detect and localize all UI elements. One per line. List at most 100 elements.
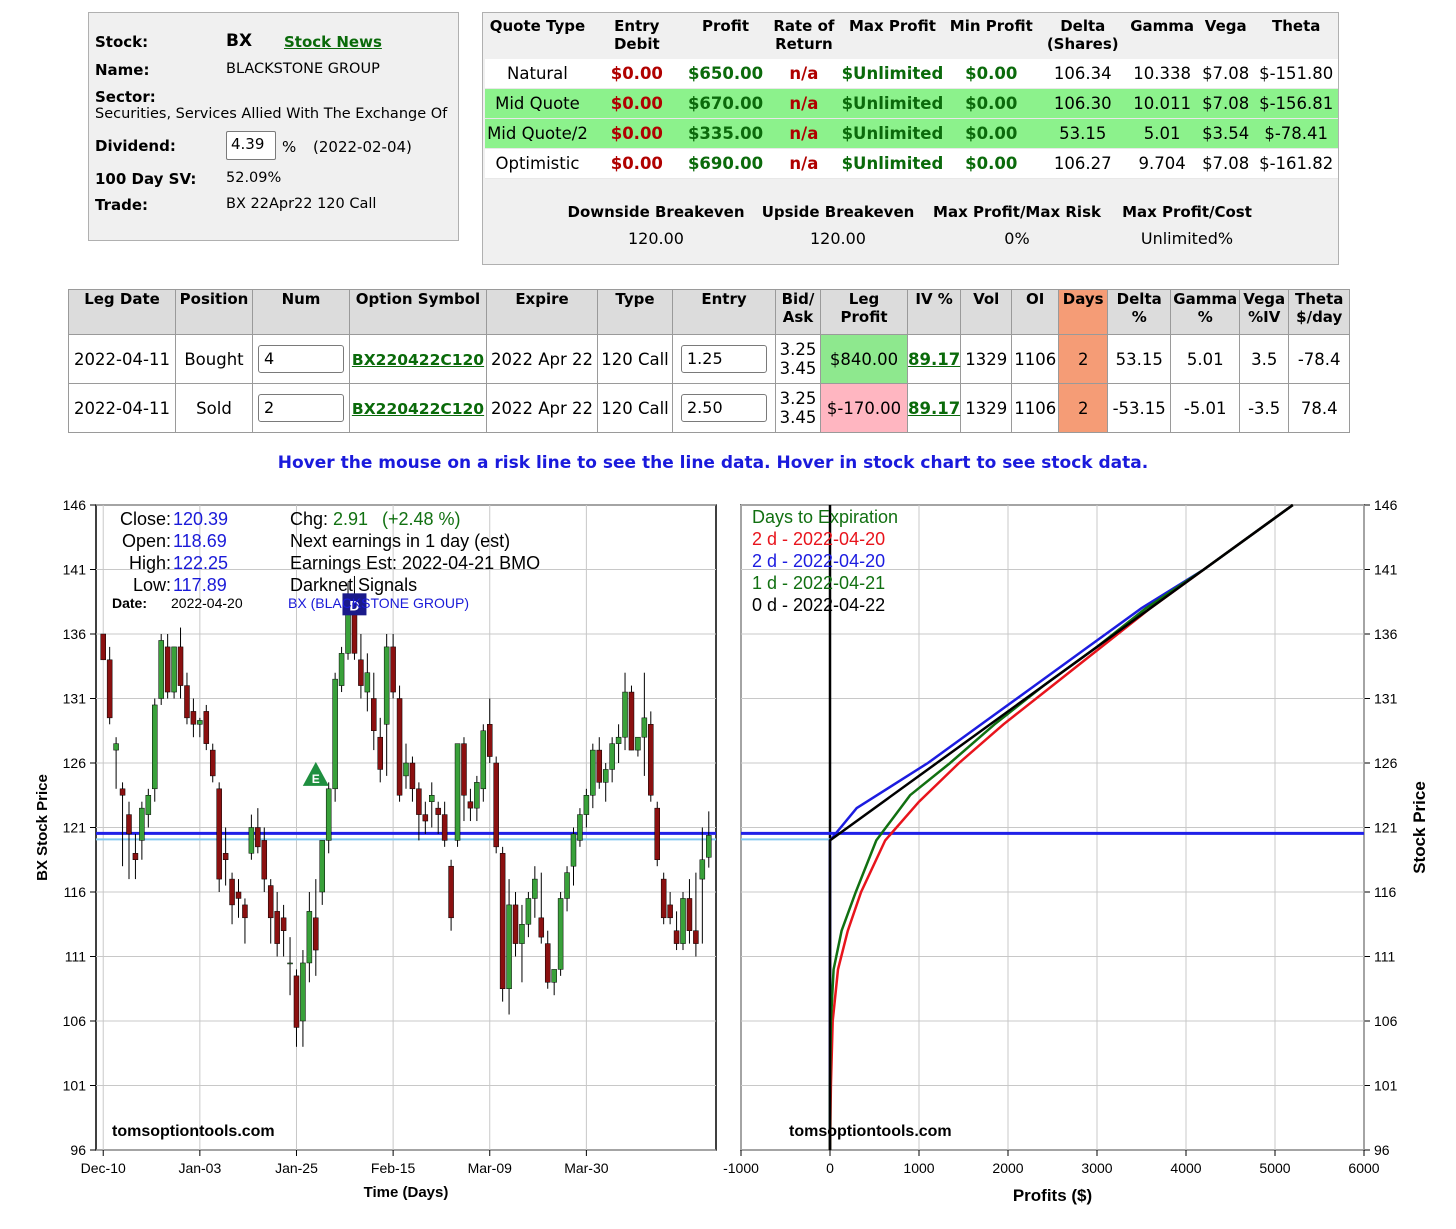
y-tick-label: 146 [1374, 497, 1398, 513]
quote-type: Optimistic [485, 148, 590, 179]
legs-header-cell: Bid/Ask [775, 289, 821, 335]
leg-entry-input[interactable]: 2.50 [681, 394, 767, 422]
legs-header-cell: Position [175, 289, 253, 335]
legs-header-text: Delta [1116, 290, 1162, 308]
leg-profit: $-170.00 [820, 383, 908, 433]
theta: $-156.81 [1254, 88, 1338, 119]
y-tick-label: 96 [1374, 1142, 1390, 1158]
legend-entry: 2 d - 2022-04-20 [752, 529, 885, 549]
candle-body [532, 878, 538, 899]
leg-num-input[interactable]: 4 [258, 345, 344, 373]
iv-link[interactable]: 89.17 [908, 350, 960, 369]
leg-num-cell: 2 [252, 383, 350, 433]
quote-header-cell: Theta [1272, 17, 1321, 35]
candle-body [287, 962, 293, 965]
leg-bid-ask: 3.25 3.45 [775, 334, 821, 384]
candle-body [429, 795, 435, 802]
y-tick-label: 116 [64, 884, 87, 900]
candle-body [261, 840, 268, 880]
quote-header-cell: Entry Debit [613, 17, 660, 53]
candle-body [680, 898, 686, 944]
summary-label: Max Profit/Max Risk [933, 203, 1101, 221]
info-value: 118.69 [173, 531, 227, 551]
profit: $335.00 [683, 118, 768, 149]
candle-body [293, 975, 300, 1028]
leg-entry-cell: 1.25 [672, 334, 776, 384]
quote-row: Natural $0.00 $650.00 n/a $Unlimited $0.00 106… [485, 59, 1338, 89]
candle-body [506, 904, 512, 989]
vega: $7.08 [1196, 148, 1255, 179]
candle-body [319, 840, 326, 893]
chg-label: Chg: [290, 509, 328, 529]
candle-body [216, 788, 222, 880]
candle-body [126, 814, 132, 835]
quote-row: Mid Quote $0.00 $670.00 n/a $Unlimited $0.00 1… [485, 88, 1338, 119]
legs-header-cell: Vega %IV [1239, 289, 1290, 335]
legs-header-text: Ask [782, 308, 814, 326]
rate-of-return: n/a [767, 59, 841, 89]
candle-body [248, 827, 255, 854]
candle-body [596, 749, 603, 783]
legend-entry: 2 d - 2022-04-20 [752, 551, 885, 571]
candle-body [177, 646, 184, 686]
option-symbol-link[interactable]: BX220422C120 [352, 400, 484, 418]
legs-header-cell: Leg Profit [820, 289, 908, 335]
delta: 106.30 [1038, 88, 1128, 119]
gamma: 10.338 [1127, 59, 1197, 89]
candle-body [313, 917, 319, 951]
legs-header-row: Leg Date Position Num Option Symbol Expire Ty… [68, 289, 1351, 335]
legs-header-cell: OI [1011, 289, 1060, 335]
rate-of-return: n/a [767, 88, 841, 119]
y-axis-title: Stock Price [1410, 781, 1429, 874]
sv-label: 100 Day SV: [95, 170, 197, 188]
legs-header-cell: Expire [486, 289, 598, 335]
option-symbol-link[interactable]: BX220422C120 [352, 351, 484, 369]
info-label: High: [129, 553, 171, 573]
candle-body [325, 788, 332, 841]
candle-body [480, 730, 487, 790]
stock-news-link[interactable]: Stock News [284, 33, 382, 51]
y-axis-title: BX Stock Price [34, 774, 51, 881]
earnings-est: Earnings Est: 2022-04-21 BMO [290, 553, 540, 573]
candle-body [113, 743, 119, 751]
leg-row: 2022-04-11 Sold 2 BX220422C120 2022 Apr 22 12… [68, 383, 1351, 433]
candle-body [641, 717, 648, 738]
company-link[interactable]: BX (BLACKSTONE GROUP) [288, 595, 469, 611]
leg-bid: 3.25 [779, 389, 817, 408]
signals-link[interactable]: Darknet Signals [290, 575, 417, 595]
y-tick-label: 146 [63, 497, 87, 513]
candle-body [242, 904, 248, 919]
x-tick-label: Feb-15 [371, 1160, 416, 1176]
leg-entry-input[interactable]: 1.25 [681, 345, 767, 373]
stock-price-chart[interactable]: 96 101 106 111 116 121 126 131 136 141 146 Dec-10 Ja… [34, 497, 717, 1201]
iv-link[interactable]: 89.17 [908, 399, 960, 418]
stock-info-panel: Stock: BX Stock News Name: BLACKSTONE GR… [88, 12, 459, 241]
legs-header-text: Theta [1295, 290, 1344, 308]
leg-position: Sold [175, 383, 253, 433]
candle-body [493, 762, 499, 848]
y-tick-label: 101 [63, 1078, 87, 1094]
delta: 106.27 [1038, 148, 1128, 179]
leg-position: Bought [175, 334, 253, 384]
chg-pct: (+2.48 %) [382, 509, 461, 529]
candle-body [235, 891, 242, 899]
max-profit: $Unlimited [840, 59, 945, 89]
y-tick-label: 121 [1374, 820, 1398, 836]
leg-vega: 3.5 [1239, 334, 1290, 384]
leg-expire: 2022 Apr 22 [486, 334, 598, 384]
y-tick-label: 121 [63, 820, 87, 836]
x-tick-label: 0 [826, 1160, 834, 1176]
candle-body [203, 711, 210, 744]
min-profit: $0.00 [944, 88, 1039, 119]
candle-body [486, 724, 493, 757]
leg-num-cell: 4 [252, 334, 350, 384]
leg-num-input[interactable]: 2 [258, 394, 344, 422]
profit: $670.00 [683, 88, 768, 119]
candle-body [152, 704, 158, 790]
dividend-input[interactable]: 4.39 [226, 131, 276, 160]
candle-body [332, 678, 338, 790]
legs-header-text: Vega [1243, 290, 1286, 308]
legs-table: Leg Date Position Num Option Symbol Expire Ty… [68, 289, 1351, 433]
risk-profile-chart[interactable]: 96 101 106 111 116 121 126 131 136 141 146 -1000 0 10… [723, 497, 1429, 1205]
y-tick-label: 136 [63, 626, 87, 642]
